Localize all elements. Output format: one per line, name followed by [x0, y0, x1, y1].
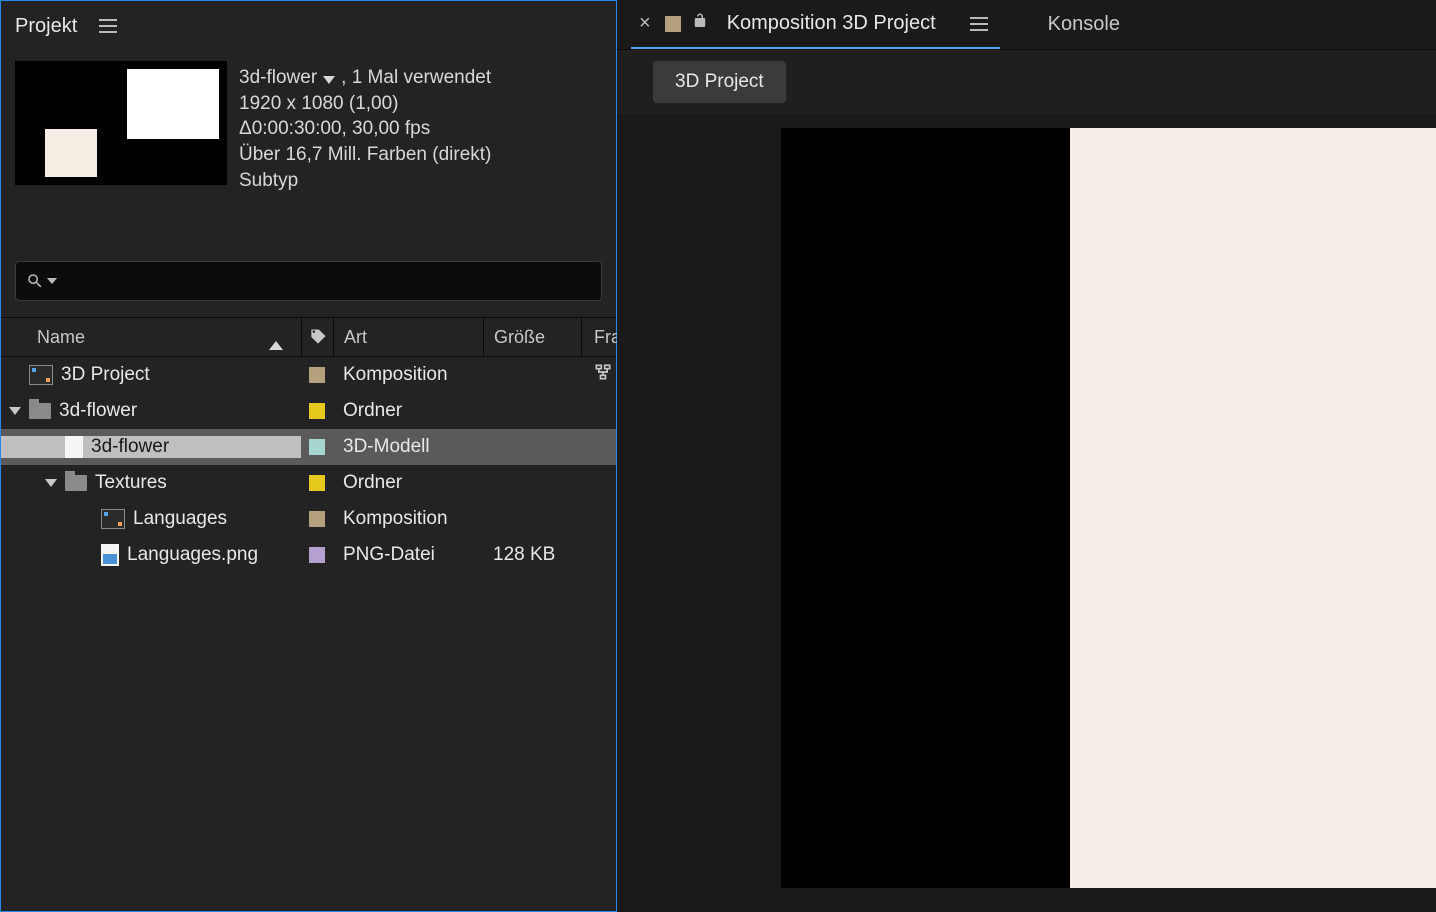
search-input[interactable]: [65, 271, 591, 291]
tab-konsole[interactable]: Konsole: [1048, 13, 1120, 36]
table-row[interactable]: 3d-flower Ordner: [1, 393, 616, 429]
table-row[interactable]: Languages Komposition: [1, 501, 616, 537]
composition-tabs: × Komposition 3D Project Konsole: [617, 0, 1436, 50]
col-size[interactable]: Größe: [483, 318, 581, 356]
panel-menu-icon[interactable]: [91, 11, 125, 41]
composition-viewer[interactable]: [617, 114, 1436, 912]
label-swatch[interactable]: [309, 439, 325, 455]
asset-subtype: Subtyp: [239, 168, 602, 194]
tab-title: Komposition 3D Project: [719, 12, 944, 35]
row-art: Komposition: [333, 364, 483, 386]
col-fra[interactable]: Fra: [581, 318, 621, 356]
col-art[interactable]: Art: [333, 318, 483, 356]
unlock-icon[interactable]: [691, 12, 709, 35]
row-name: 3D Project: [61, 364, 150, 386]
row-name: 3d-flower: [59, 400, 137, 422]
asset-duration: Δ0:00:30:00, 30,00 fps: [239, 116, 602, 142]
table-row[interactable]: 3d-flower 3D-Modell: [1, 429, 616, 465]
asset-meta: 3d-flower , 1 Mal verwendet 1920 x 1080 …: [239, 61, 602, 193]
table-row[interactable]: Textures Ordner: [1, 465, 616, 501]
composition-icon: [101, 509, 125, 529]
project-rows: 3D ProjectKomposition3d-flowerOrdner3d-f…: [1, 357, 616, 911]
row-name: Textures: [95, 472, 167, 494]
png-icon: [101, 544, 119, 566]
tab-composition[interactable]: × Komposition 3D Project: [631, 0, 1000, 49]
chevron-down-icon[interactable]: [9, 407, 21, 415]
canvas-white-region: [1070, 128, 1436, 888]
tag-icon: [308, 327, 328, 347]
row-fra: [581, 362, 616, 388]
file-icon: [65, 436, 83, 458]
close-icon[interactable]: ×: [635, 12, 655, 35]
asset-info: 3d-flower , 1 Mal verwendet 1920 x 1080 …: [1, 51, 616, 193]
table-row[interactable]: Languages.png PNG-Datei128 KB: [1, 537, 616, 573]
row-name: 3d-flower: [91, 436, 169, 458]
label-swatch[interactable]: [309, 475, 325, 491]
canvas-black-region: [781, 128, 1070, 888]
search-bar[interactable]: [15, 261, 602, 301]
asset-dropdown-icon[interactable]: [323, 76, 335, 84]
composition-panel: × Komposition 3D Project Konsole 3D Proj…: [617, 0, 1436, 912]
row-art: Ordner: [333, 400, 483, 422]
sort-ascending-icon[interactable]: [269, 341, 283, 350]
folder-icon: [29, 403, 51, 419]
label-swatch[interactable]: [309, 547, 325, 563]
folder-icon: [65, 475, 87, 491]
row-art: Komposition: [333, 508, 483, 530]
row-name: Languages.png: [127, 544, 258, 566]
tab-color-swatch: [665, 16, 681, 32]
project-panel: Projekt 3d-flower , 1 Mal verwendet 1920…: [0, 0, 617, 912]
label-swatch[interactable]: [309, 367, 325, 383]
search-icon: [26, 272, 44, 290]
flowchart-icon[interactable]: [593, 362, 613, 388]
composition-icon: [29, 365, 53, 385]
row-art: 3D-Modell: [333, 436, 483, 458]
asset-name[interactable]: 3d-flower: [239, 65, 317, 91]
label-swatch[interactable]: [309, 511, 325, 527]
project-column-header: Name Art Größe Fra: [1, 317, 616, 357]
project-panel-tabs: Projekt: [1, 1, 616, 51]
asset-dims: 1920 x 1080 (1,00): [239, 91, 602, 117]
composition-breadcrumb: 3D Project: [617, 50, 1436, 114]
asset-usage: , 1 Mal verwendet: [341, 65, 491, 91]
row-name: Languages: [133, 508, 227, 530]
tab-projekt[interactable]: Projekt: [1, 1, 91, 51]
breadcrumb-chip[interactable]: 3D Project: [653, 61, 786, 103]
chevron-down-icon[interactable]: [45, 479, 57, 487]
table-row[interactable]: 3D Project Komposition: [1, 357, 616, 393]
search-chevron-icon[interactable]: [47, 278, 57, 284]
col-label[interactable]: [301, 318, 333, 356]
col-name[interactable]: Name: [1, 327, 301, 348]
asset-colors: Über 16,7 Mill. Farben (direkt): [239, 142, 602, 168]
row-art: Ordner: [333, 472, 483, 494]
asset-thumbnail: [15, 61, 227, 185]
label-swatch[interactable]: [309, 403, 325, 419]
row-size: 128 KB: [483, 544, 581, 566]
tab-menu-icon[interactable]: [962, 9, 996, 39]
row-art: PNG-Datei: [333, 544, 483, 566]
